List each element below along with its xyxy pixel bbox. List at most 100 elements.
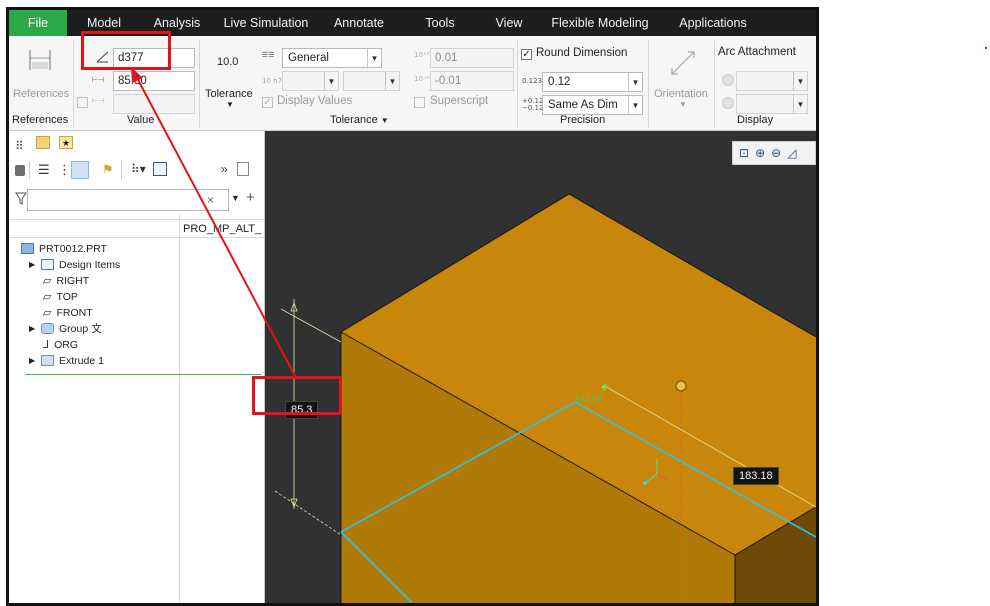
menu-flexible-modeling[interactable]: Flexible Modeling — [537, 10, 663, 36]
tree-item-right[interactable]: ▱ RIGHT — [43, 273, 89, 288]
orientation-button[interactable]: Orientation — [654, 88, 708, 100]
tree-search-input[interactable] — [27, 189, 229, 211]
tolerance-precision-select[interactable]: Same As Dim ▼ — [542, 95, 643, 115]
view-toolbar: ⊡ ⊕ ⊖ ◿ — [732, 141, 816, 165]
tree-item-label: PRT0012.PRT — [39, 242, 107, 255]
refit-icon[interactable]: ⊡ — [739, 146, 749, 160]
tree-filter-toggle-icon[interactable] — [71, 161, 89, 179]
tree-item-front[interactable]: ▱ FRONT — [43, 305, 93, 320]
annotation-highlight-box — [252, 376, 342, 415]
references-icon — [29, 50, 51, 70]
document-icon[interactable] — [237, 162, 249, 176]
tree-item-label: FRONT — [56, 306, 93, 319]
display-values-checkbox[interactable]: ✓ — [262, 97, 273, 108]
chevron-down-icon: ▼ — [628, 73, 642, 91]
value-extra-field[interactable] — [113, 94, 195, 114]
menu-live-simulation[interactable]: Live Simulation — [213, 10, 319, 36]
model-tree-tab-icon[interactable]: ⠿ — [15, 139, 24, 153]
filter-funnel-icon[interactable] — [15, 192, 27, 206]
clear-search-icon[interactable]: × — [207, 193, 214, 207]
filter-tree-icon[interactable]: ⠷▾ — [131, 162, 146, 176]
tolerance-table-select[interactable]: ▼ — [282, 71, 339, 91]
precision-group-label: Precision — [560, 114, 606, 126]
expand-icon[interactable]: ▶ — [29, 356, 41, 365]
divider — [517, 40, 518, 128]
display-option-radio[interactable] — [722, 97, 734, 109]
divider — [73, 40, 74, 128]
tree-item-design-items[interactable]: ▶ Design Items — [29, 257, 120, 272]
extension-line — [280, 308, 342, 343]
references-group-label: References — [12, 114, 69, 126]
zoom-in-icon[interactable]: ⊕ — [755, 146, 765, 160]
tolerance-type-value: General — [288, 52, 329, 64]
superscript-label: Superscript — [430, 95, 489, 107]
triad-point — [643, 481, 647, 485]
chevron-down-icon: ▼ — [367, 49, 381, 67]
display-values-label: Display Values — [277, 95, 353, 107]
menu-file[interactable]: File — [9, 10, 67, 36]
precision-select[interactable]: 0.12 ▼ — [542, 72, 643, 92]
graphics-viewport[interactable]: 127.00 85.3 183.18 ⊡ ⊕ ⊖ ◿ — [265, 131, 816, 603]
tree-item-root[interactable]: PRT0012.PRT — [21, 241, 107, 256]
model-geometry — [274, 193, 816, 603]
tree-item-label: Group — [59, 322, 89, 335]
drag-handle[interactable] — [675, 380, 687, 392]
menu-annotate[interactable]: Annotate — [319, 10, 399, 36]
chevron-down-icon[interactable]: ▼ — [231, 193, 240, 203]
value-extra-icon: ⊢⊣ — [92, 97, 105, 105]
lower-tolerance-field[interactable]: -0.01 — [430, 71, 514, 91]
length-dimension-label[interactable]: 183.18 — [733, 467, 779, 485]
favorites-tab-icon[interactable]: ★ — [59, 136, 73, 149]
arc-attachment-radio[interactable] — [722, 74, 734, 86]
more-tools-icon[interactable]: » — [221, 162, 228, 176]
superscript-checkbox[interactable] — [414, 97, 425, 108]
precision-value: 0.12 — [548, 76, 571, 88]
menu-view[interactable]: View — [481, 10, 537, 36]
tree-item-label: RIGHT — [56, 274, 90, 287]
divider — [199, 40, 200, 128]
round-dimension-checkbox[interactable]: ✓ — [521, 49, 532, 60]
tree-item-label: TOP — [56, 290, 78, 303]
display-option-select[interactable]: ▼ — [736, 94, 808, 114]
tree-column-header[interactable]: PRO_MP_ALT_ — [183, 223, 261, 235]
orientation-icon — [671, 51, 695, 75]
value-checkbox[interactable] — [77, 97, 88, 108]
tree-item-extrude[interactable]: ▶ Extrude 1 — [29, 353, 104, 368]
folder-browser-tab-icon[interactable] — [36, 136, 50, 149]
tree-item-group[interactable]: ▶ Group 文 — [29, 321, 102, 336]
menu-tools[interactable]: Tools — [399, 10, 481, 36]
divider — [714, 40, 715, 128]
tolerance-class-select[interactable]: ▼ — [343, 71, 400, 91]
tolerance-type-select[interactable]: General ▼ — [282, 48, 382, 68]
tolerance-table-icon: 10 h7 — [262, 77, 283, 85]
highlight-icon[interactable]: ⚑ — [102, 162, 114, 178]
zoom-out-icon[interactable]: ⊖ — [771, 146, 781, 160]
chevron-down-icon: ▼ — [793, 95, 807, 113]
tree-item-org[interactable]: ⅃ ORG — [43, 337, 78, 352]
table-icon[interactable] — [153, 162, 167, 176]
tolerance-group-label[interactable]: Tolerance ▼ — [330, 114, 389, 126]
add-icon[interactable]: + — [246, 189, 255, 206]
expand-icon[interactable]: ▶ — [29, 324, 41, 333]
datum-plane-icon: ▱ — [43, 291, 52, 303]
insert-here-line[interactable] — [25, 374, 261, 375]
arc-attachment-select[interactable]: ▼ — [736, 71, 808, 91]
repaint-icon[interactable]: ◿ — [787, 146, 796, 160]
tree-columns-icon[interactable]: ⋮ — [58, 162, 71, 178]
chevron-down-icon: ▼ — [793, 72, 807, 90]
active-dimension-label[interactable]: 127.00 — [575, 394, 603, 404]
upper-tolerance-field[interactable]: 0.01 — [430, 48, 514, 68]
references-button[interactable]: References — [13, 88, 69, 100]
datum-plane-icon: ▱ — [43, 275, 52, 287]
show-icon[interactable]: ☰ — [38, 162, 50, 178]
tree-item-label: ORG — [54, 338, 79, 351]
tree-item-top[interactable]: ▱ TOP — [43, 289, 78, 304]
settings-icon[interactable] — [15, 165, 25, 176]
divider — [9, 219, 265, 220]
tree-item-label: Design Items — [59, 258, 121, 271]
tolerance-button[interactable]: Tolerance — [205, 88, 253, 100]
menu-applications[interactable]: Applications — [663, 10, 763, 36]
dimension-value-field[interactable]: 85.30 — [113, 71, 195, 91]
expand-icon[interactable]: ▶ — [29, 260, 41, 269]
divider — [648, 40, 649, 128]
